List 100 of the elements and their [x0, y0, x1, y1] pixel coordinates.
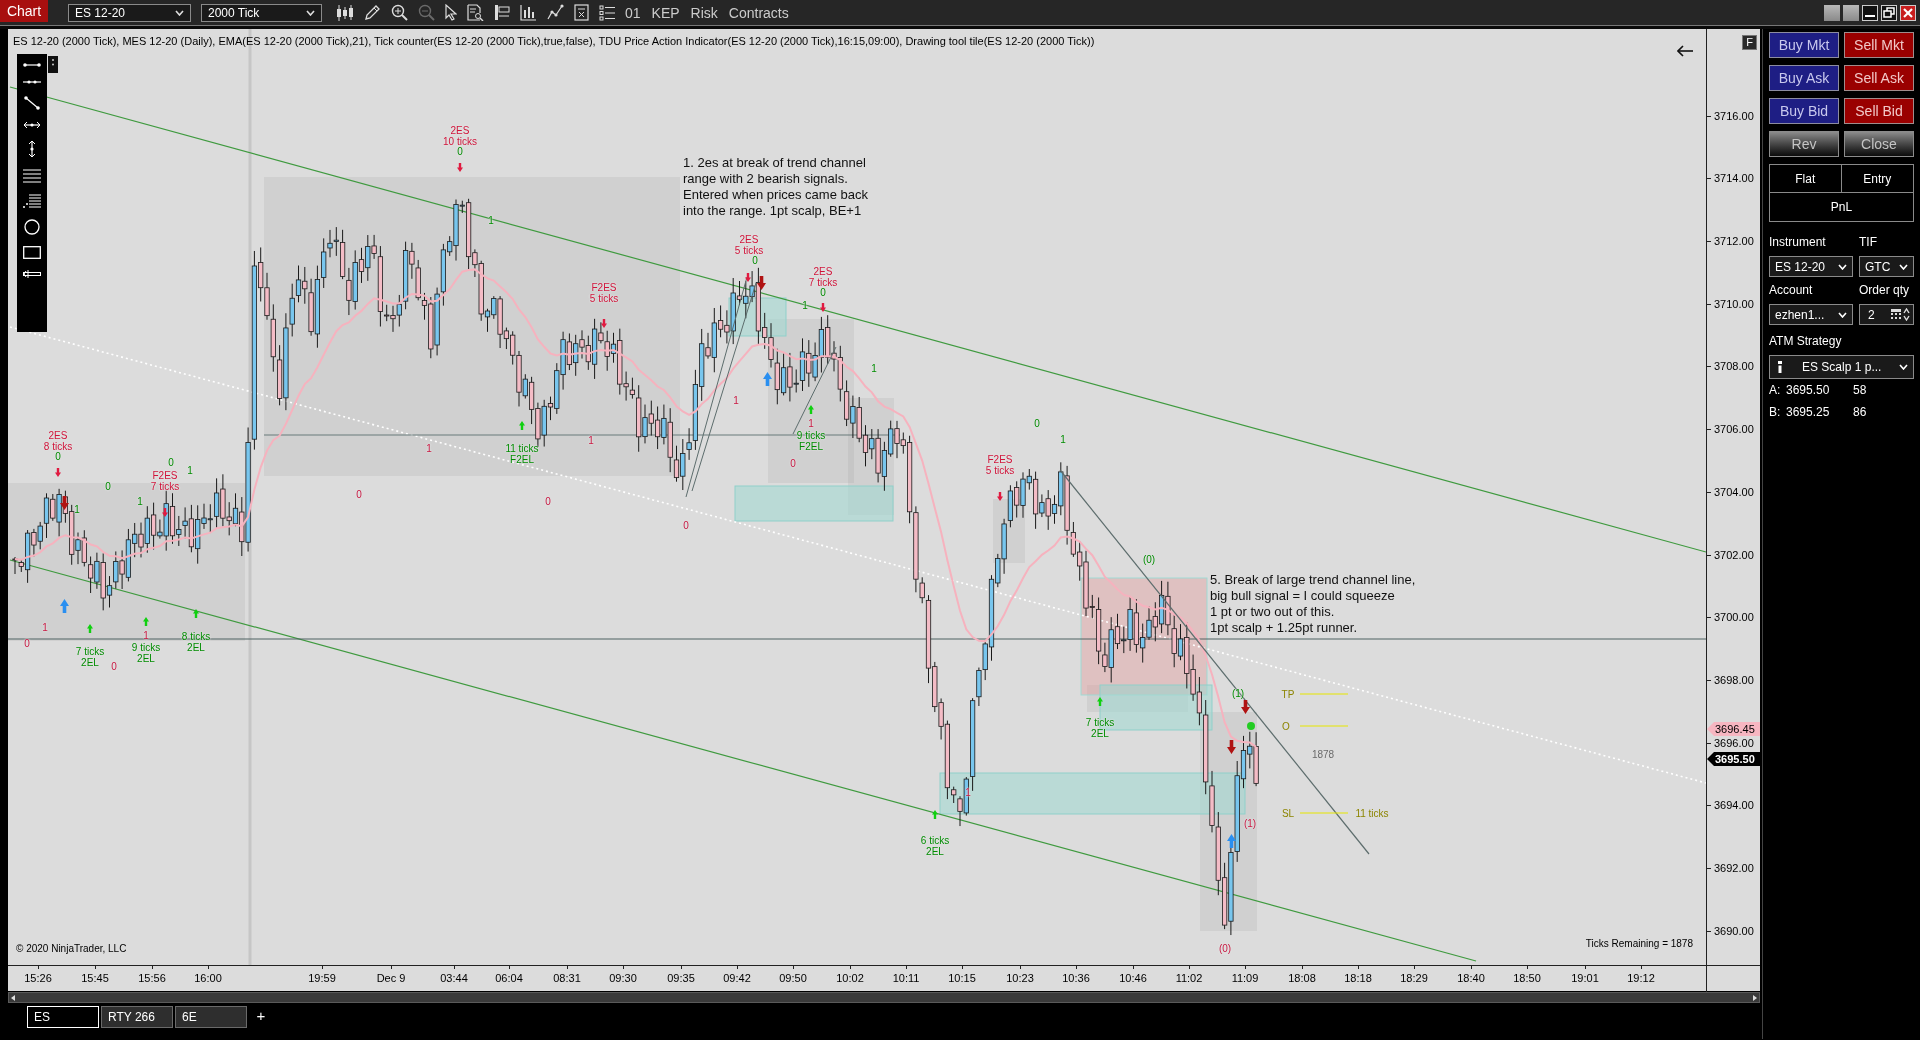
down-arrow-icon — [756, 276, 766, 290]
chart-tab[interactable]: 6E — [175, 1006, 247, 1028]
zoom-out-icon[interactable] — [418, 4, 435, 21]
dropdown-select[interactable]: GTC — [1859, 256, 1914, 277]
time-label: 10:36 — [1062, 972, 1090, 984]
spinner-arrows-icon[interactable] — [1903, 308, 1910, 321]
time-label: 19:59 — [308, 972, 336, 984]
bar-count-label: 0 — [457, 147, 463, 157]
parallel-lines-icon[interactable] — [23, 169, 41, 183]
minimize-icon[interactable] — [1862, 4, 1878, 21]
atm-strategy-select[interactable]: ES Scalp 1 p... — [1769, 355, 1914, 379]
order-button[interactable]: Buy Bid — [1769, 98, 1839, 124]
order-qty-spinner[interactable]: 2 — [1859, 304, 1914, 325]
fibonacci-icon[interactable] — [23, 194, 41, 208]
dropdown-select[interactable]: ezhen1... — [1769, 304, 1853, 325]
chart-tab[interactable]: RTY 266 — [101, 1006, 173, 1028]
bar-chart-icon[interactable] — [520, 4, 537, 21]
signal-label: 2ES 7 ticks — [808, 266, 838, 288]
toolbar-menu-item[interactable]: Contracts — [728, 3, 789, 22]
bar-count-label: 0 — [105, 482, 111, 492]
vertical-arrow-icon[interactable] — [28, 140, 36, 158]
field-label: Account — [1769, 283, 1814, 297]
columns-icon[interactable] — [494, 4, 510, 21]
horizontal-scrollbar[interactable] — [8, 992, 1760, 1003]
add-tab-button[interactable]: + — [253, 1006, 269, 1028]
calculator-icon[interactable] — [1891, 309, 1901, 320]
list-icon[interactable] — [599, 4, 615, 21]
bar-count-label: 1 — [965, 788, 971, 798]
bar-count-label: 1 — [143, 631, 149, 641]
quote-size: 86 — [1853, 404, 1867, 421]
tile-button[interactable] — [1843, 4, 1859, 21]
up-arrow-icon — [59, 599, 69, 613]
toolbar-menu-item[interactable]: 01 — [625, 3, 641, 22]
trade-level-distance: 11 ticks — [1355, 807, 1389, 819]
ruler-icon[interactable] — [23, 270, 41, 278]
toolbar-menu-item[interactable]: Risk — [690, 3, 718, 22]
document-icon[interactable] — [574, 4, 589, 21]
signal-label: 7 ticks 2EL — [75, 646, 105, 668]
up-arrow-icon — [87, 623, 93, 633]
toolbar-menu-item[interactable]: KEP — [651, 3, 680, 22]
chart-tab[interactable]: ES — [27, 1006, 99, 1028]
down-arrow-icon — [1240, 700, 1250, 714]
quote-price: 3695.50 — [1786, 382, 1831, 399]
bar-count-label: 1 — [733, 396, 739, 406]
document-search-icon[interactable] — [467, 4, 484, 21]
dropdown-select[interactable]: ES 12-20 — [1769, 256, 1853, 277]
chevron-down-icon — [1838, 311, 1847, 318]
line-chart-icon[interactable] — [547, 4, 564, 21]
field-label: Order qty — [1859, 283, 1910, 297]
quote-side: A: — [1769, 382, 1782, 399]
down-arrow-icon — [162, 507, 168, 517]
order-button[interactable]: Buy Ask — [1769, 65, 1839, 91]
circle-icon[interactable] — [24, 219, 40, 235]
price-label: 3714.00 — [1714, 172, 1754, 185]
grip-icon[interactable] — [48, 56, 58, 73]
quote-side: B: — [1769, 404, 1782, 421]
bar-count-label: (1) — [1243, 819, 1257, 829]
instrument-select[interactable]: ES 12-20 — [68, 3, 191, 22]
field-label: ATM Strategy — [1769, 334, 1843, 348]
time-label: 11:09 — [1231, 972, 1259, 984]
horizontal-line-icon[interactable] — [23, 62, 41, 68]
time-label: 10:46 — [1119, 972, 1147, 984]
bar-count-label: 1 — [187, 466, 193, 476]
order-button[interactable]: Sell Ask — [1844, 65, 1914, 91]
scroll-right-icon[interactable] — [1753, 994, 1757, 1001]
time-label: 10:02 — [836, 972, 864, 984]
order-button[interactable]: Close — [1844, 131, 1914, 157]
extended-line-icon[interactable] — [23, 79, 41, 85]
back-arrow-icon[interactable] — [1677, 45, 1693, 57]
zoom-in-icon[interactable] — [391, 4, 408, 21]
rectangle-icon[interactable] — [23, 246, 41, 259]
pointer-icon[interactable] — [445, 4, 457, 21]
f-toggle-button[interactable]: F — [1742, 35, 1757, 50]
bar-count-label: 1 — [808, 419, 814, 429]
pencil-icon[interactable] — [364, 4, 381, 21]
bar-count-label: 0 — [168, 458, 174, 468]
price-label: 3706.00 — [1714, 423, 1754, 436]
bar-count-label: 1 — [1060, 435, 1066, 445]
order-button[interactable]: Buy Mkt — [1769, 32, 1839, 58]
time-label: 15:45 — [81, 972, 109, 984]
order-button[interactable]: Rev — [1769, 131, 1839, 157]
bar-count-label: 1 — [588, 436, 594, 446]
interval-select[interactable]: 2000 Tick — [201, 3, 322, 22]
scroll-left-icon[interactable] — [11, 994, 15, 1001]
candlestick-icon[interactable] — [336, 4, 354, 21]
time-label: 06:04 — [495, 972, 523, 984]
restore-icon[interactable] — [1881, 4, 1897, 21]
diagonal-line-icon[interactable] — [24, 96, 40, 110]
up-arrow-icon — [1226, 834, 1236, 848]
order-button[interactable]: Sell Mkt — [1844, 32, 1914, 58]
field-label: Instrument — [1769, 235, 1827, 249]
bar-count-label: 1 — [802, 301, 808, 311]
chevron-down-icon — [1899, 263, 1908, 270]
close-icon[interactable] — [1900, 4, 1916, 21]
horizontal-arrow-icon[interactable] — [23, 121, 41, 129]
time-label: 09:30 — [609, 972, 637, 984]
tile-button[interactable] — [1824, 4, 1840, 21]
price-label: 3694.00 — [1714, 799, 1754, 812]
order-button[interactable]: Sell Bid — [1844, 98, 1914, 124]
price-label: 3700.00 — [1714, 611, 1754, 624]
